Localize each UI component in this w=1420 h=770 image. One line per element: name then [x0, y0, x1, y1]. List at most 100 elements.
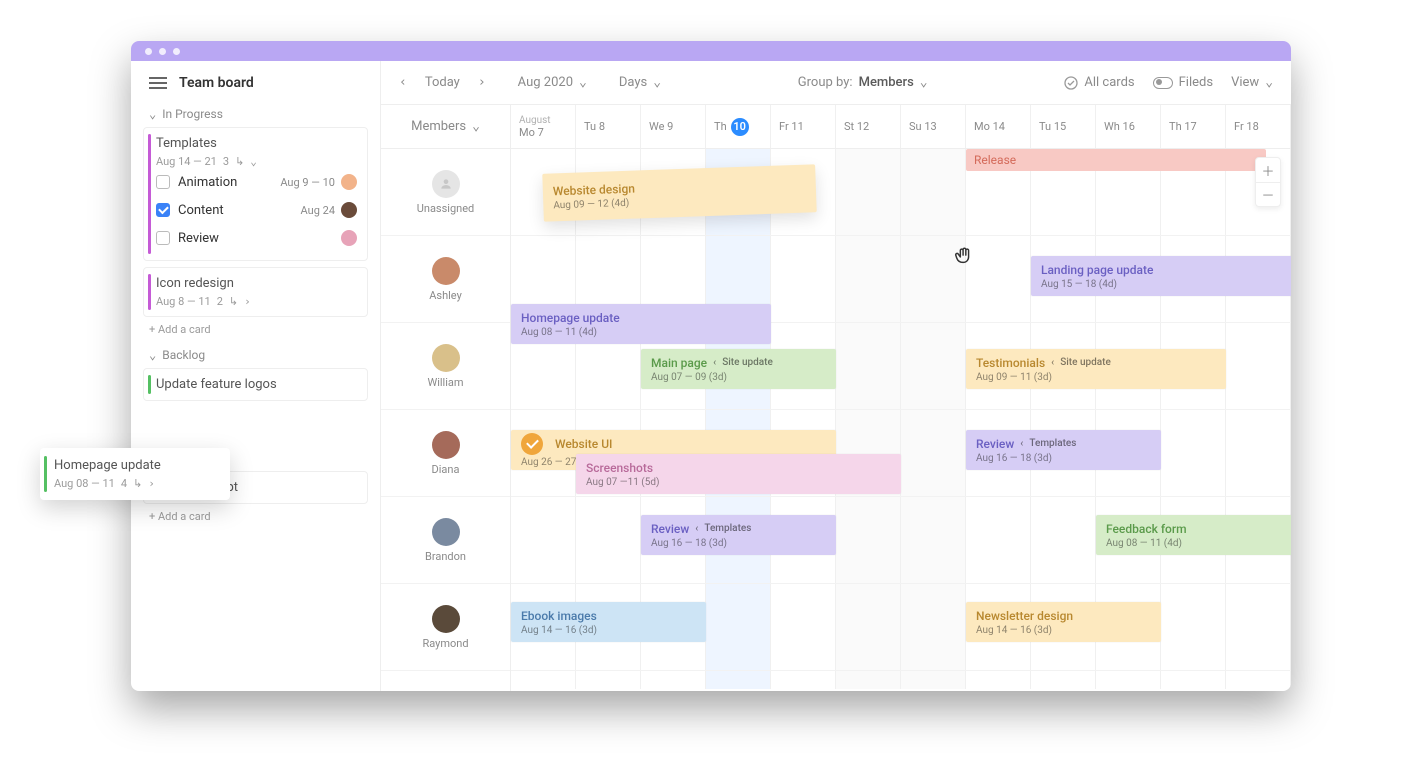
scale-picker[interactable]: Days⌄: [619, 75, 661, 90]
task-bar[interactable]: Website designAug 09 — 12 (4d): [543, 164, 818, 221]
member-name: Ashley: [429, 289, 462, 302]
timeline-row: Website designAug 09 — 12 (4d): [511, 149, 1291, 236]
task-bar[interactable]: Review ‹ TemplatesAug 16 — 18 (3d): [641, 515, 836, 555]
today-button[interactable]: Today: [425, 75, 460, 90]
app-window: Team board ⌄ In Progress Templates Aug 1…: [131, 41, 1291, 691]
add-card-backlog[interactable]: + Add a card: [131, 504, 380, 529]
day-column-header: Fr 11: [771, 105, 836, 148]
member-name: Raymond: [422, 637, 468, 650]
avatar: [432, 170, 460, 198]
window-titlebar: [131, 41, 1291, 61]
member-william[interactable]: William: [381, 323, 510, 410]
day-column-header: Wh 16: [1096, 105, 1161, 148]
subtasks-icon: ↳: [133, 477, 142, 490]
zoom-out-button[interactable]: －: [1256, 182, 1280, 206]
members-column-header[interactable]: Members⌄: [381, 105, 510, 149]
chevron-down-icon: ⌄: [250, 155, 257, 168]
checkbox[interactable]: [156, 175, 170, 189]
checklist-date: Aug 9 — 10: [280, 176, 335, 189]
member-name: Diana: [432, 463, 460, 476]
checklist-label: Content: [178, 203, 224, 218]
timeline-row: Review ‹ TemplatesAug 16 — 18 (3d) Feedba…: [511, 497, 1291, 584]
checklist-date: Aug 24: [301, 204, 335, 217]
zoom-in-button[interactable]: ＋: [1256, 158, 1280, 182]
section-in-progress[interactable]: ⌄ In Progress: [131, 101, 380, 127]
all-cards[interactable]: All cards: [1064, 75, 1134, 90]
member-diana[interactable]: Diana: [381, 410, 510, 497]
task-bar[interactable]: Main page ‹ Site updateAug 07 — 09 (3d): [641, 349, 836, 389]
timeline-row: Homepage updateAug 08 — 11 (4d)Landing p…: [511, 236, 1291, 323]
timeline-row: Website UIAug 26 — 27 (3d)Review ‹ Templ…: [511, 410, 1291, 497]
toggle-icon: [1153, 77, 1173, 89]
avatar: [432, 257, 460, 285]
subtasks-icon: ↳: [235, 155, 244, 168]
prev-button[interactable]: ‹: [399, 75, 407, 90]
task-bar[interactable]: Ebook imagesAug 14 — 16 (3d): [511, 602, 706, 642]
checklist-label: Animation: [178, 175, 237, 190]
member-name: William: [427, 376, 463, 389]
task-bar[interactable]: Newsletter designAug 14 — 16 (3d): [966, 602, 1161, 642]
avatar: [432, 605, 460, 633]
menu-icon[interactable]: [149, 77, 167, 89]
checklist-row[interactable]: Content Aug 24: [156, 196, 357, 224]
day-column-header: Fr 18: [1226, 105, 1291, 148]
fields[interactable]: Fileds: [1153, 75, 1213, 90]
member-name: Unassigned: [417, 202, 475, 215]
task-bar[interactable]: Testimonials ‹ Site updateAug 09 — 11 (3…: [966, 349, 1226, 389]
day-column-header: Tu 8: [576, 105, 641, 148]
window-dot-green[interactable]: [173, 48, 180, 55]
day-column-header: St 12: [836, 105, 901, 148]
section-backlog[interactable]: ⌄ Backlog: [131, 342, 380, 368]
avatar: [432, 431, 460, 459]
day-column-header: Mo 14: [966, 105, 1031, 148]
check-circle-icon: [521, 433, 543, 455]
card-icon-redesign[interactable]: Icon redesign Aug 8 — 11 2 ↳ ›: [143, 267, 368, 317]
member-raymond[interactable]: Raymond: [381, 584, 510, 671]
avatar: [341, 174, 357, 190]
checklist-label: Review: [178, 231, 219, 246]
day-column-header: Su 13: [901, 105, 966, 148]
month-picker[interactable]: Aug 2020⌄: [518, 75, 587, 90]
card-update-feature-logos[interactable]: Update feature logos: [143, 368, 368, 401]
checkbox[interactable]: [156, 231, 170, 245]
group-by[interactable]: Group by: Members ⌄: [798, 75, 928, 90]
checklist-row[interactable]: Animation Aug 9 — 10: [156, 168, 357, 196]
avatar: [341, 230, 357, 246]
sidebar: Team board ⌄ In Progress Templates Aug 1…: [131, 61, 381, 691]
task-bar[interactable]: Review ‹ TemplatesAug 16 — 18 (3d): [966, 430, 1161, 470]
task-bar[interactable]: Landing page updateAug 15 — 18 (4d): [1031, 256, 1291, 296]
checkbox[interactable]: [156, 203, 170, 217]
day-column-header: We 9: [641, 105, 706, 148]
subtasks-icon: ↳: [229, 295, 238, 308]
toolbar: ‹ Today › Aug 2020⌄ Days⌄ Group by: Memb…: [381, 61, 1291, 105]
avatar: [341, 202, 357, 218]
member-brandon[interactable]: Brandon: [381, 497, 510, 584]
member-ashley[interactable]: Ashley: [381, 236, 510, 323]
avatar: [432, 344, 460, 372]
timeline-row: Main page ‹ Site updateAug 07 — 09 (3d) T…: [511, 323, 1291, 410]
avatar: [432, 518, 460, 546]
day-column-header: Th 10: [706, 105, 771, 148]
next-button[interactable]: ›: [478, 75, 486, 90]
window-dot-yellow[interactable]: [159, 48, 166, 55]
chevron-right-icon: ›: [148, 477, 155, 490]
timeline-row: Ebook imagesAug 14 — 16 (3d) Newsletter d…: [511, 584, 1291, 671]
member-unassigned[interactable]: Unassigned: [381, 149, 510, 236]
member-name: Brandon: [425, 550, 466, 563]
day-column-header: Tu 15: [1031, 105, 1096, 148]
check-circle-icon: [1064, 76, 1078, 90]
day-column-header: Th 17: [1161, 105, 1226, 148]
add-card-in-progress[interactable]: + Add a card: [131, 317, 380, 342]
zoom-controls: ＋ －: [1255, 157, 1281, 207]
day-column-header: AugustMo 7: [511, 105, 576, 148]
window-dot-red[interactable]: [145, 48, 152, 55]
task-bar[interactable]: ScreenshotsAug 07 —11 (5d): [576, 454, 901, 494]
chevron-right-icon: ›: [244, 295, 251, 308]
chevron-down-icon: ⌄: [149, 107, 156, 121]
floating-card-homepage-update[interactable]: Homepage update Aug 08 — 11 4 ↳ ›: [40, 448, 230, 500]
card-templates[interactable]: Templates Aug 14 — 21 3 ↳ ⌄ Animation Au…: [143, 127, 368, 261]
checklist-row[interactable]: Review: [156, 224, 357, 252]
board-title: Team board: [179, 75, 254, 91]
task-bar[interactable]: Feedback formAug 08 — 11 (4d): [1096, 515, 1291, 555]
view-picker[interactable]: View⌄: [1231, 75, 1273, 90]
